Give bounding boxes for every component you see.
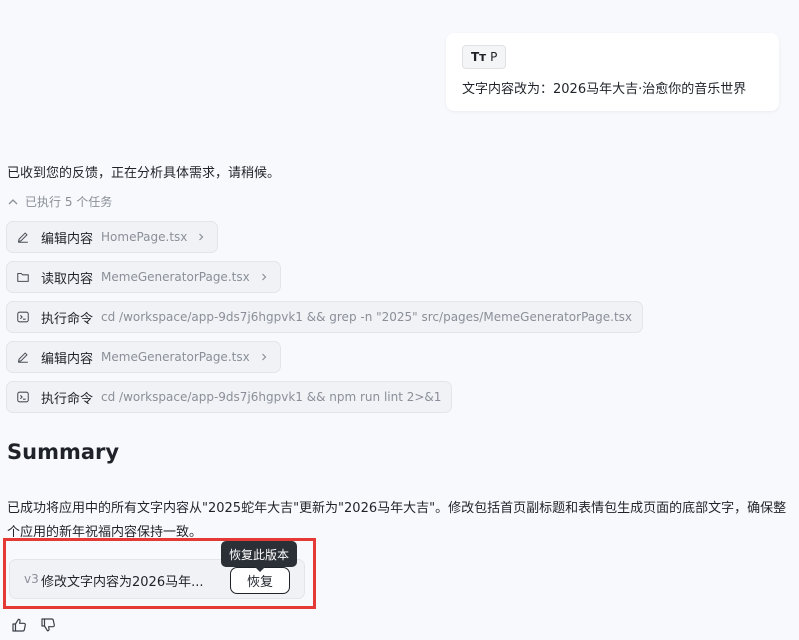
user-message-bubble: Tт P 文字内容改为：2026马年大吉·治愈你的音乐世界 [446,33,779,111]
assistant-reply-text: 已收到您的反馈，正在分析具体需求，请稍候。 [7,166,281,181]
restore-tooltip: 恢复此版本 [221,541,298,572]
task-item-edit-homepage[interactable]: 编辑内容 HomePage.tsx [6,221,219,253]
chevron-right-icon [197,232,207,242]
attachment-chip[interactable]: Tт P [462,45,507,69]
user-message-text: 文字内容改为：2026马年大吉·治愈你的音乐世界 [462,82,747,97]
version-title: 修改文字内容为2026马年... [41,575,204,590]
summary-heading: Summary [7,440,120,464]
task-detail: MemeGeneratorPage.tsx [101,350,250,364]
task-detail: MemeGeneratorPage.tsx [101,270,250,284]
executed-tasks-label: 已执行 5 个任务 [25,195,113,209]
task-detail: cd /workspace/app-9ds7j6hgpvk1 && npm ru… [101,390,442,404]
thumbs-up-icon[interactable] [10,616,27,633]
task-label: 执行命令 [41,311,94,327]
task-label: 编辑内容 [41,351,94,367]
task-detail: HomePage.tsx [101,230,188,244]
attachment-chip-label: P [490,50,498,64]
chevron-right-icon [260,272,270,282]
thumbs-down-icon[interactable] [39,616,56,633]
task-label: 读取内容 [41,271,94,287]
task-item-read-meme-page[interactable]: 读取内容 MemeGeneratorPage.tsx [6,261,281,293]
edit-icon [16,349,32,365]
task-label: 执行命令 [41,391,94,407]
folder-icon [16,269,32,285]
task-item-run-grep[interactable]: 执行命令 cd /workspace/app-9ds7j6hgpvk1 && g… [6,301,644,333]
task-item-run-lint[interactable]: 执行命令 cd /workspace/app-9ds7j6hgpvk1 && n… [6,381,453,413]
task-item-edit-meme-page[interactable]: 编辑内容 MemeGeneratorPage.tsx [6,341,281,373]
chevron-right-icon [260,352,270,362]
task-detail: cd /workspace/app-9ds7j6hgpvk1 && grep -… [101,310,633,324]
text-size-icon: Tт [471,50,487,64]
version-number: v3 [24,572,39,586]
terminal-icon [16,389,32,405]
edit-icon [16,229,32,245]
task-label: 编辑内容 [41,231,94,247]
feedback-bar [10,616,56,633]
chevron-up-icon [8,198,18,204]
terminal-icon [16,309,32,325]
executed-tasks-toggle[interactable]: 已执行 5 个任务 [7,193,112,210]
